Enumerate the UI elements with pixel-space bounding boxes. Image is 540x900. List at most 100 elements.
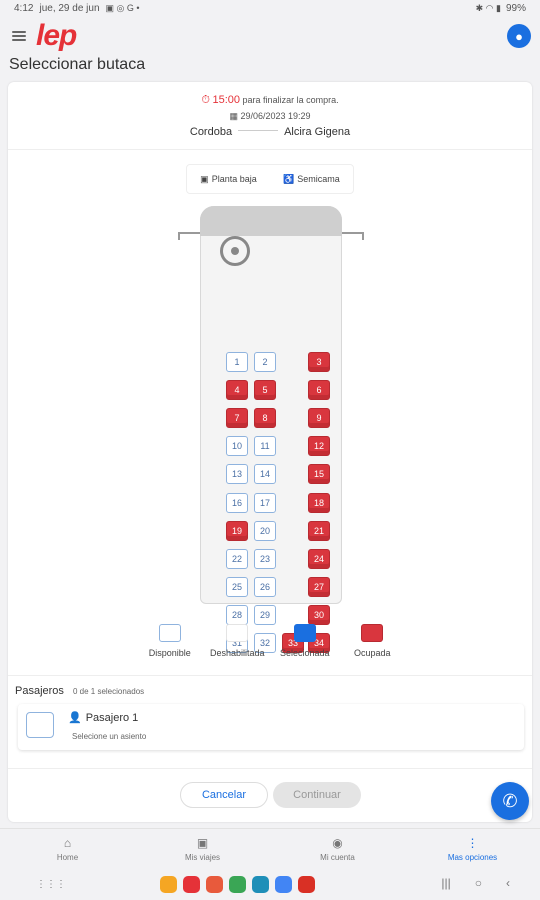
- continue-button[interactable]: Continuar: [273, 782, 361, 808]
- bus-icon: ▣: [200, 173, 209, 184]
- floor-lower-label: Planta baja: [211, 174, 257, 184]
- app-drawer-icon[interactable]: ⋮⋮⋮: [36, 879, 66, 890]
- recents-icon[interactable]: |||: [441, 876, 450, 890]
- account-button[interactable]: ●: [507, 24, 531, 48]
- legend-disabled-swatch: [226, 624, 249, 642]
- nav-more-label: Mas opciones: [447, 852, 498, 862]
- seat-11[interactable]: 11: [254, 436, 276, 457]
- nav-home[interactable]: ⌂ Home: [0, 829, 135, 869]
- notes-app-icon[interactable]: [183, 876, 200, 893]
- nav-account-label: Mi cuenta: [320, 852, 355, 862]
- lep-logo: lep: [36, 19, 77, 52]
- legend-disabled-label: Deshabilitada: [209, 648, 265, 658]
- steering-wheel-icon: [220, 236, 250, 266]
- chrome-app-icon[interactable]: [275, 876, 292, 893]
- legend-available-label: Disponible: [148, 648, 191, 658]
- seat-18: 18: [308, 492, 330, 513]
- action-bar: Cancelar Continuar: [8, 768, 532, 822]
- nav-more[interactable]: ⋮ Mas opciones: [405, 829, 540, 869]
- seat-30: 30: [308, 604, 330, 625]
- origin-city: Cordoba: [189, 126, 233, 138]
- gmail-app-icon[interactable]: [298, 876, 315, 893]
- seat-15: 15: [308, 464, 330, 485]
- seat-type-tab[interactable]: ♿ Semicama: [283, 174, 340, 185]
- whatsapp-icon: ✆: [502, 790, 518, 811]
- floor-lower-tab[interactable]: ▣ Planta baja: [200, 174, 257, 185]
- seat-legend: Disponible Deshabilitada Selecionada Ocu…: [136, 624, 406, 658]
- right-mirror-icon: [340, 232, 364, 240]
- legend-selected: Selecionada: [271, 624, 339, 658]
- menu-icon[interactable]: [12, 31, 26, 41]
- nav-trips-label: Mis viajes: [184, 852, 221, 862]
- page-title: Seleccionar butaca: [9, 56, 146, 73]
- legend-occupied-swatch: [361, 624, 384, 642]
- seat-26[interactable]: 26: [254, 576, 276, 597]
- contacts-app-icon[interactable]: [206, 876, 223, 893]
- seat-13[interactable]: 13: [226, 464, 248, 485]
- seat-3: 3: [308, 352, 330, 372]
- user-circle-icon: ●: [515, 28, 523, 44]
- calendar-app-icon[interactable]: [252, 876, 269, 893]
- seat-10[interactable]: 10: [226, 436, 248, 457]
- whatsapp-button[interactable]: ✆: [491, 782, 529, 820]
- passengers-section: Pasajeros 0 de 1 selecionados 👤 Pasajero…: [8, 675, 532, 763]
- datetime-value: 29/06/2023 19:29: [240, 111, 311, 121]
- nav-home-label: Home: [56, 852, 79, 862]
- bus-body: [200, 206, 342, 604]
- calendar-icon: ▦: [229, 111, 238, 121]
- seat-selection-card: ⏱ 15:00 para finalizar la compra. ▦ 29/0…: [8, 82, 532, 822]
- seat-12: 12: [308, 436, 330, 457]
- passenger-card[interactable]: 👤 Pasajero 1 Selecione un asiento: [18, 704, 524, 750]
- legend-selected-label: Selecionada: [279, 648, 330, 658]
- seat-22[interactable]: 22: [226, 548, 248, 569]
- left-mirror-icon: [178, 232, 202, 240]
- seat-8: 8: [254, 408, 276, 429]
- seat-25[interactable]: 25: [226, 576, 248, 597]
- seat-9: 9: [308, 408, 330, 429]
- seat-19: 19: [226, 520, 248, 541]
- back-icon[interactable]: ‹: [506, 876, 510, 890]
- cancel-button[interactable]: Cancelar: [180, 782, 268, 808]
- battery-level: 99%: [505, 3, 526, 14]
- seat-23[interactable]: 23: [254, 548, 276, 569]
- legend-occupied: Ocupada: [339, 624, 407, 658]
- seat-1[interactable]: 1: [226, 352, 248, 372]
- seat-20[interactable]: 20: [254, 520, 276, 541]
- seat-29[interactable]: 29: [254, 604, 276, 625]
- bus-icon: ▣: [196, 835, 209, 850]
- seat-28[interactable]: 28: [226, 604, 248, 625]
- legend-disabled: Deshabilitada: [204, 624, 272, 658]
- nav-account[interactable]: ◉ Mi cuenta: [270, 829, 405, 869]
- signal-icons: ✱ ◠ ▮: [475, 3, 501, 13]
- seat-icon: [26, 712, 54, 738]
- user-icon: ◉: [332, 835, 343, 850]
- seat-16[interactable]: 16: [226, 492, 248, 513]
- passenger-name-label: Pasajero 1: [85, 711, 139, 724]
- passengers-title: Pasajeros: [15, 685, 64, 697]
- trip-route: Cordoba Alcira Gigena: [8, 126, 532, 138]
- trip-info: ⏱ 15:00 para finalizar la compra. ▦ 29/0…: [8, 82, 532, 150]
- timer-text: para finalizar la compra.: [242, 95, 339, 105]
- app-dock: [160, 876, 315, 893]
- notification-icons: ▣ ◎ G •: [105, 3, 140, 13]
- system-nav-bar: ⋮⋮⋮ ||| ○ ‹: [0, 869, 540, 900]
- legend-selected-swatch: [293, 624, 316, 642]
- seat-17[interactable]: 17: [254, 492, 276, 513]
- seat-14[interactable]: 14: [254, 464, 276, 485]
- legend-available: Disponible: [136, 624, 204, 658]
- arrow-right-icon: [238, 130, 279, 136]
- seat-6: 6: [308, 380, 330, 401]
- status-bar: 4:12 jue, 29 de jun ▣ ◎ G • ✱ ◠ ▮ 99%: [0, 0, 540, 17]
- home-button-icon[interactable]: ○: [475, 876, 482, 890]
- floor-selector: ▣ Planta baja ♿ Semicama: [186, 164, 354, 194]
- legend-available-swatch: [158, 624, 181, 642]
- more-icon: ⋮: [466, 835, 479, 850]
- seat-7: 7: [226, 408, 248, 429]
- nav-trips[interactable]: ▣ Mis viajes: [135, 829, 270, 869]
- apps-app-icon[interactable]: [229, 876, 246, 893]
- timer-value: 15:00: [212, 94, 241, 106]
- seat-2[interactable]: 2: [254, 352, 276, 372]
- folder-app-icon[interactable]: [160, 876, 177, 893]
- reclining-seat-icon: ♿: [283, 173, 295, 184]
- seat-5: 5: [254, 380, 276, 401]
